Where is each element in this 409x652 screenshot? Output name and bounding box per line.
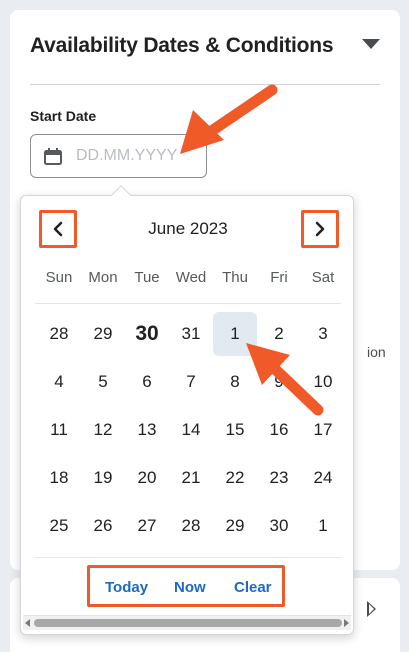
horizontal-scrollbar[interactable] <box>23 615 351 630</box>
caret-right-icon[interactable] <box>366 600 378 618</box>
calendar-day[interactable]: 14 <box>169 408 213 452</box>
obscured-text-fragment: ion <box>367 344 386 360</box>
clear-button[interactable]: Clear <box>234 579 272 596</box>
calendar-day[interactable]: 5 <box>81 360 125 404</box>
calendar-day[interactable]: 6 <box>125 360 169 404</box>
calendar-day[interactable]: 13 <box>125 408 169 452</box>
weekday-label: Thu <box>222 269 248 286</box>
calendar-day[interactable]: 4 <box>37 360 81 404</box>
scroll-right-icon[interactable] <box>344 619 349 627</box>
calendar-day[interactable]: 11 <box>37 408 81 452</box>
weekday-label: Mon <box>88 269 118 286</box>
weekday-label: Fri <box>270 269 288 286</box>
next-month-button[interactable] <box>301 210 339 248</box>
now-button[interactable]: Now <box>174 579 206 596</box>
weekday-label: Sun <box>45 269 73 286</box>
calendar-day-selected[interactable]: 1 <box>213 312 257 356</box>
calendar-day[interactable]: 29 <box>81 312 125 356</box>
calendar-day[interactable]: 23 <box>257 456 301 500</box>
calendar-day[interactable]: 26 <box>81 504 125 548</box>
calendar-day[interactable]: 19 <box>81 456 125 500</box>
date-picker-popover: June 2023 Sun Mon Tue Wed Thu Fri Sat 28… <box>20 185 354 635</box>
date-input-placeholder: DD.MM.YYYY <box>76 147 178 164</box>
calendar-day[interactable]: 8 <box>213 360 257 404</box>
card-title: Availability Dates & Conditions <box>30 34 334 57</box>
caret-down-icon[interactable] <box>360 36 382 52</box>
calendar-day[interactable]: 10 <box>301 360 345 404</box>
scroll-left-icon[interactable] <box>25 619 30 627</box>
calendar-day[interactable]: 1 <box>301 504 345 548</box>
calendar-day[interactable]: 16 <box>257 408 301 452</box>
weekday-label: Sat <box>311 269 335 286</box>
calendar-day[interactable]: 31 <box>169 312 213 356</box>
calendar-day[interactable]: 18 <box>37 456 81 500</box>
calendar-day[interactable]: 21 <box>169 456 213 500</box>
calendar-day[interactable]: 9 <box>257 360 301 404</box>
calendar-day[interactable]: 17 <box>301 408 345 452</box>
calendar-day[interactable]: 12 <box>81 408 125 452</box>
weekday-label: Tue <box>134 269 160 286</box>
chevron-right-icon <box>315 221 325 237</box>
calendar-day[interactable]: 25 <box>37 504 81 548</box>
weekday-label: Wed <box>175 269 207 286</box>
calendar-icon <box>44 148 62 165</box>
calendar-day[interactable]: 2 <box>257 312 301 356</box>
calendar-day[interactable]: 7 <box>169 360 213 404</box>
calendar-day[interactable]: 28 <box>169 504 213 548</box>
calendar-day[interactable]: 28 <box>37 312 81 356</box>
today-button[interactable]: Today <box>105 579 148 596</box>
start-date-input[interactable]: DD.MM.YYYY <box>30 134 207 178</box>
scrollbar-thumb[interactable] <box>34 619 342 627</box>
start-date-label: Start Date <box>30 108 97 124</box>
calendar-day[interactable]: 22 <box>213 456 257 500</box>
card-divider <box>30 84 380 85</box>
calendar-day[interactable]: 15 <box>213 408 257 452</box>
weekday-divider <box>35 303 341 304</box>
calendar-day[interactable]: 29 <box>213 504 257 548</box>
calendar-day[interactable]: 30 <box>257 504 301 548</box>
calendar-day[interactable]: 20 <box>125 456 169 500</box>
calendar-day[interactable]: 3 <box>301 312 345 356</box>
calendar-day[interactable]: 24 <box>301 456 345 500</box>
calendar-day-today[interactable]: 30 <box>125 312 169 356</box>
calendar-day[interactable]: 27 <box>125 504 169 548</box>
footer-divider <box>35 557 341 558</box>
